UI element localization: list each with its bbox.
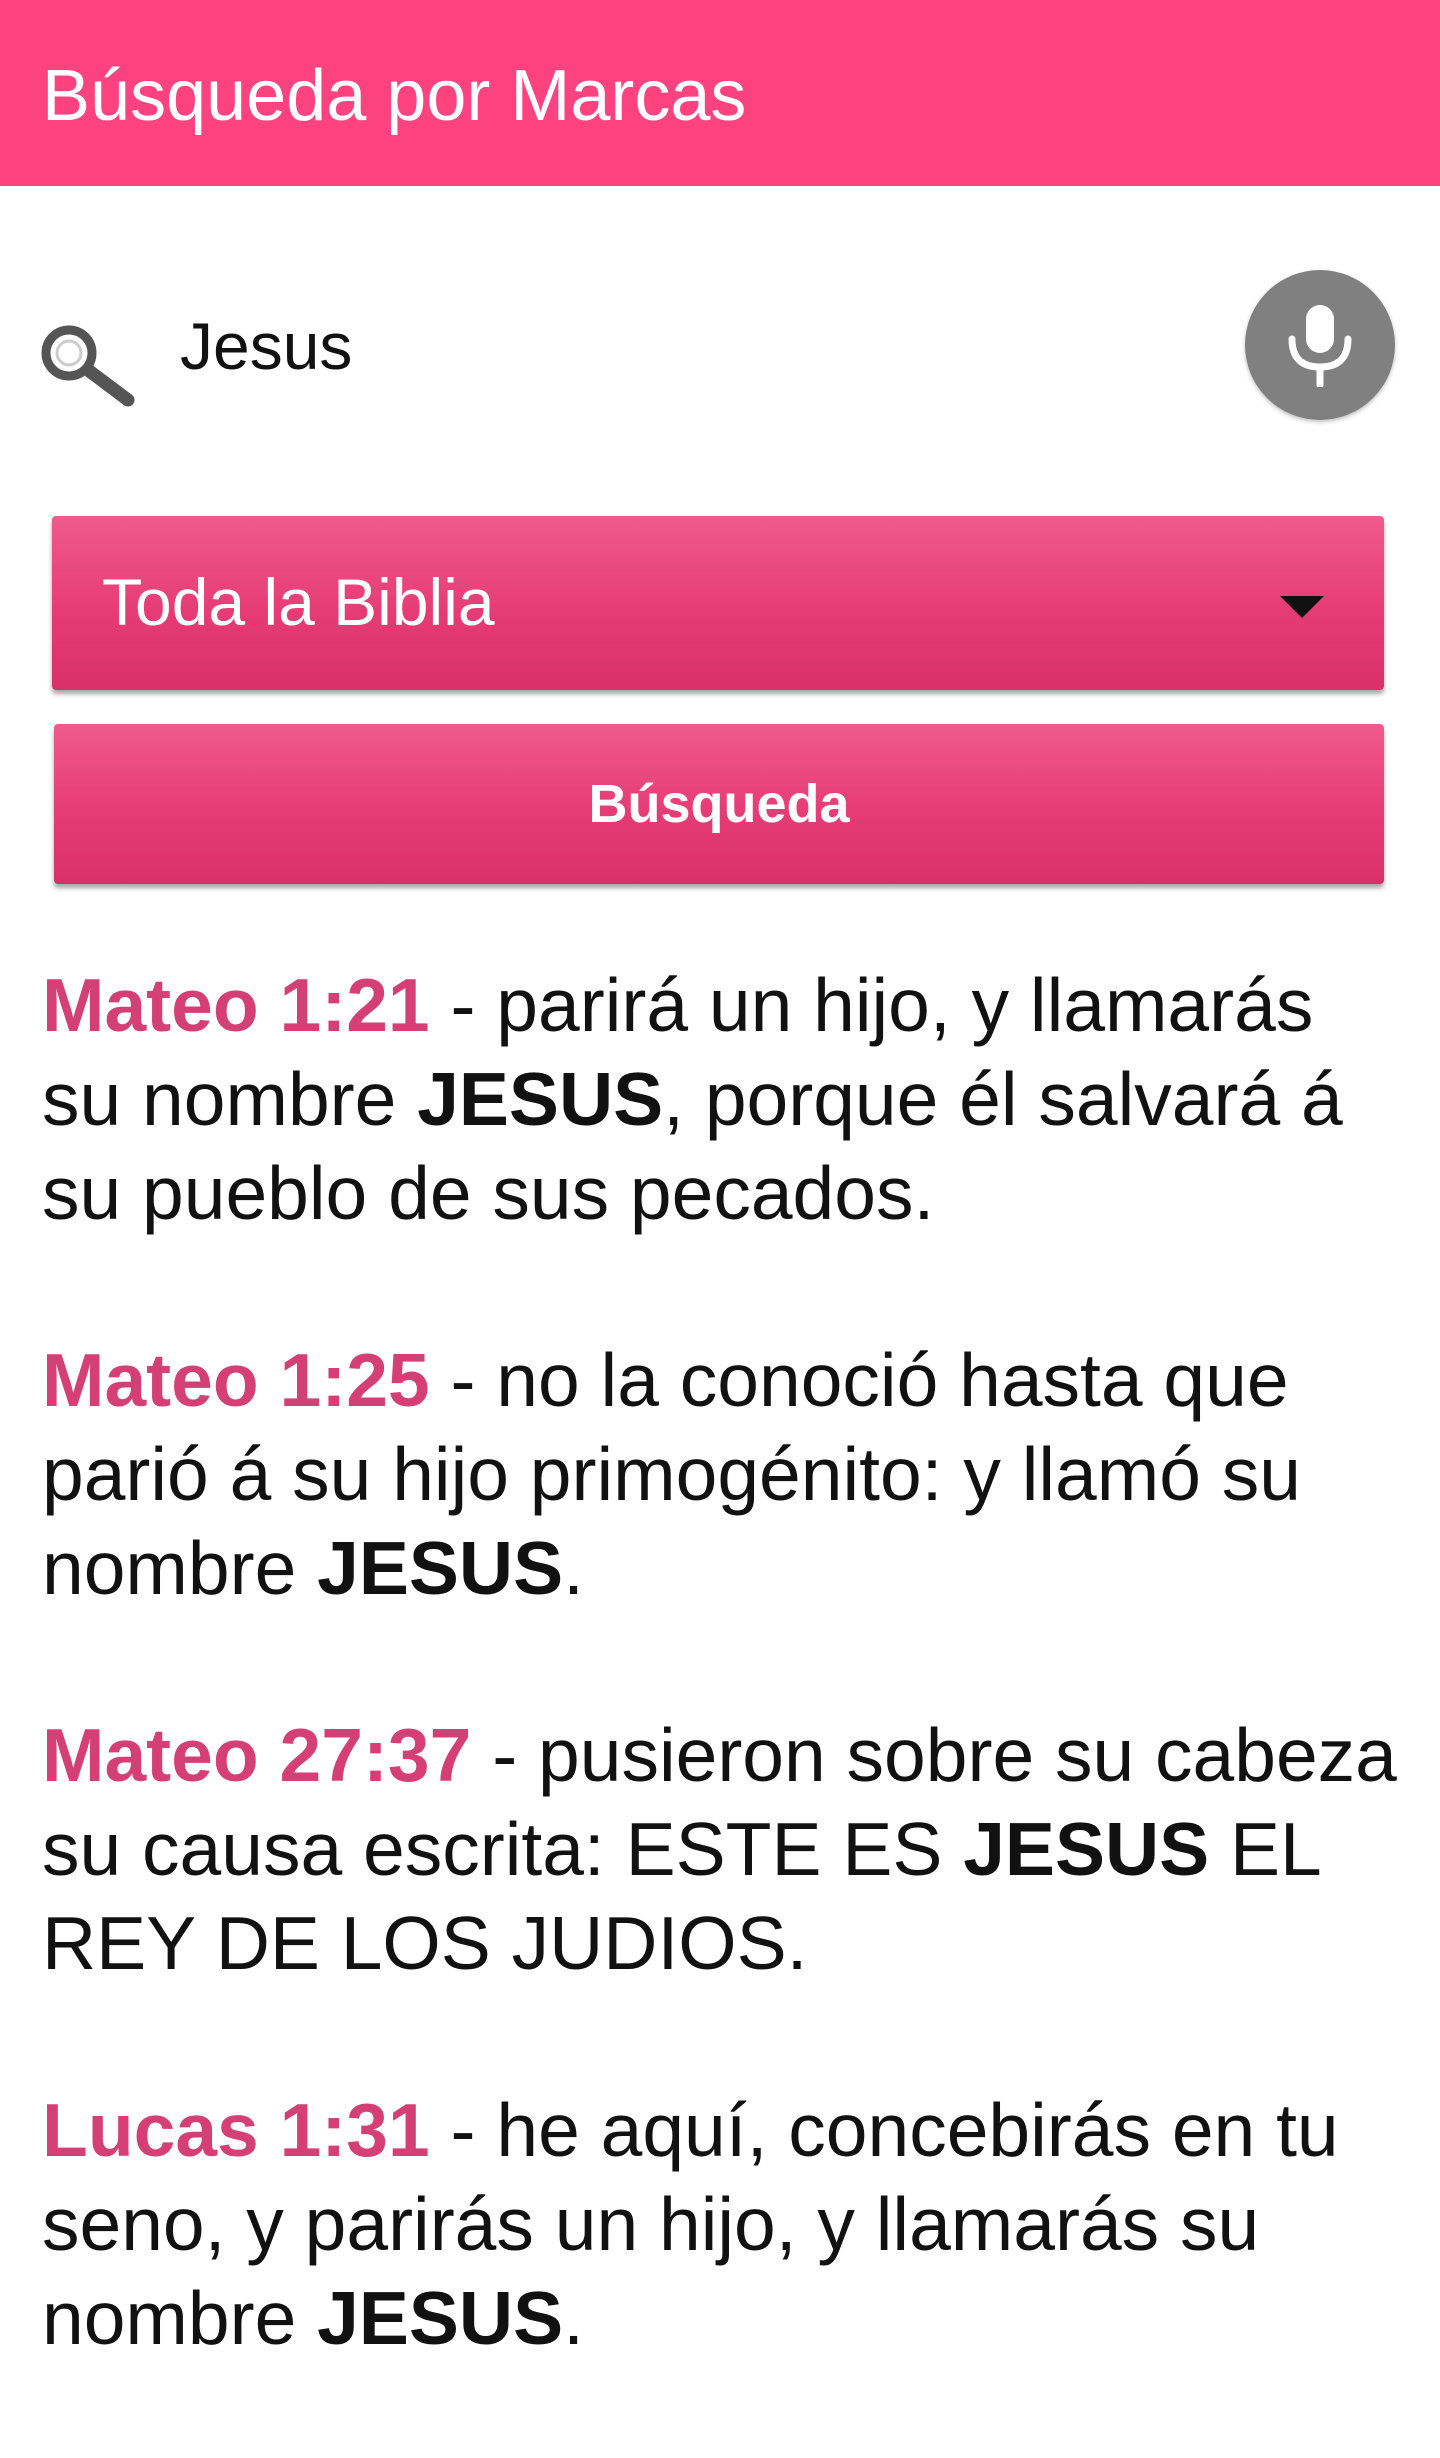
verse-highlight: JESUS xyxy=(417,1057,664,1141)
verse-text-end: . xyxy=(563,1526,584,1610)
scope-select-value: Toda la Biblia xyxy=(102,565,495,639)
microphone-icon xyxy=(1288,305,1352,387)
app-bar: Búsqueda por Marcas xyxy=(0,0,1440,186)
search-icon xyxy=(36,320,146,410)
verse-highlight: JESUS xyxy=(317,2276,564,2360)
list-item[interactable]: Lucas 1:31 - he aquí, concebirás en tu s… xyxy=(42,2083,1412,2365)
verse-separator: - xyxy=(429,1338,497,1422)
verse-separator: - xyxy=(429,963,497,1047)
verse-separator: - xyxy=(471,1713,539,1797)
voice-search-button[interactable] xyxy=(1245,270,1395,420)
list-item[interactable]: Mateo 1:21 - parirá un hijo, y llamarás … xyxy=(42,958,1412,1240)
verse-reference: Mateo 1:25 xyxy=(42,1338,430,1422)
search-input[interactable] xyxy=(180,298,1200,394)
scope-select[interactable]: Toda la Biblia xyxy=(52,516,1384,690)
verse-reference: Mateo 27:37 xyxy=(42,1713,472,1797)
results-list: Mateo 1:21 - parirá un hijo, y llamarás … xyxy=(42,958,1412,2458)
dropdown-arrow-icon xyxy=(1280,596,1324,618)
search-button[interactable]: Búsqueda xyxy=(54,724,1384,884)
verse-highlight: JESUS xyxy=(963,1807,1210,1891)
search-row xyxy=(0,270,1440,424)
page-title: Búsqueda por Marcas xyxy=(42,56,747,136)
verse-reference: Lucas 1:31 xyxy=(42,2088,430,2172)
list-item[interactable]: Mateo 1:25 - no la conoció hasta que par… xyxy=(42,1333,1412,1615)
verse-reference: Mateo 1:21 xyxy=(42,963,430,1047)
verse-text-end: . xyxy=(563,2276,584,2360)
list-item[interactable]: Mateo 27:37 - pusieron sobre su cabeza s… xyxy=(42,1708,1412,1990)
verse-separator: - xyxy=(429,2088,497,2172)
verse-highlight: JESUS xyxy=(317,1526,564,1610)
